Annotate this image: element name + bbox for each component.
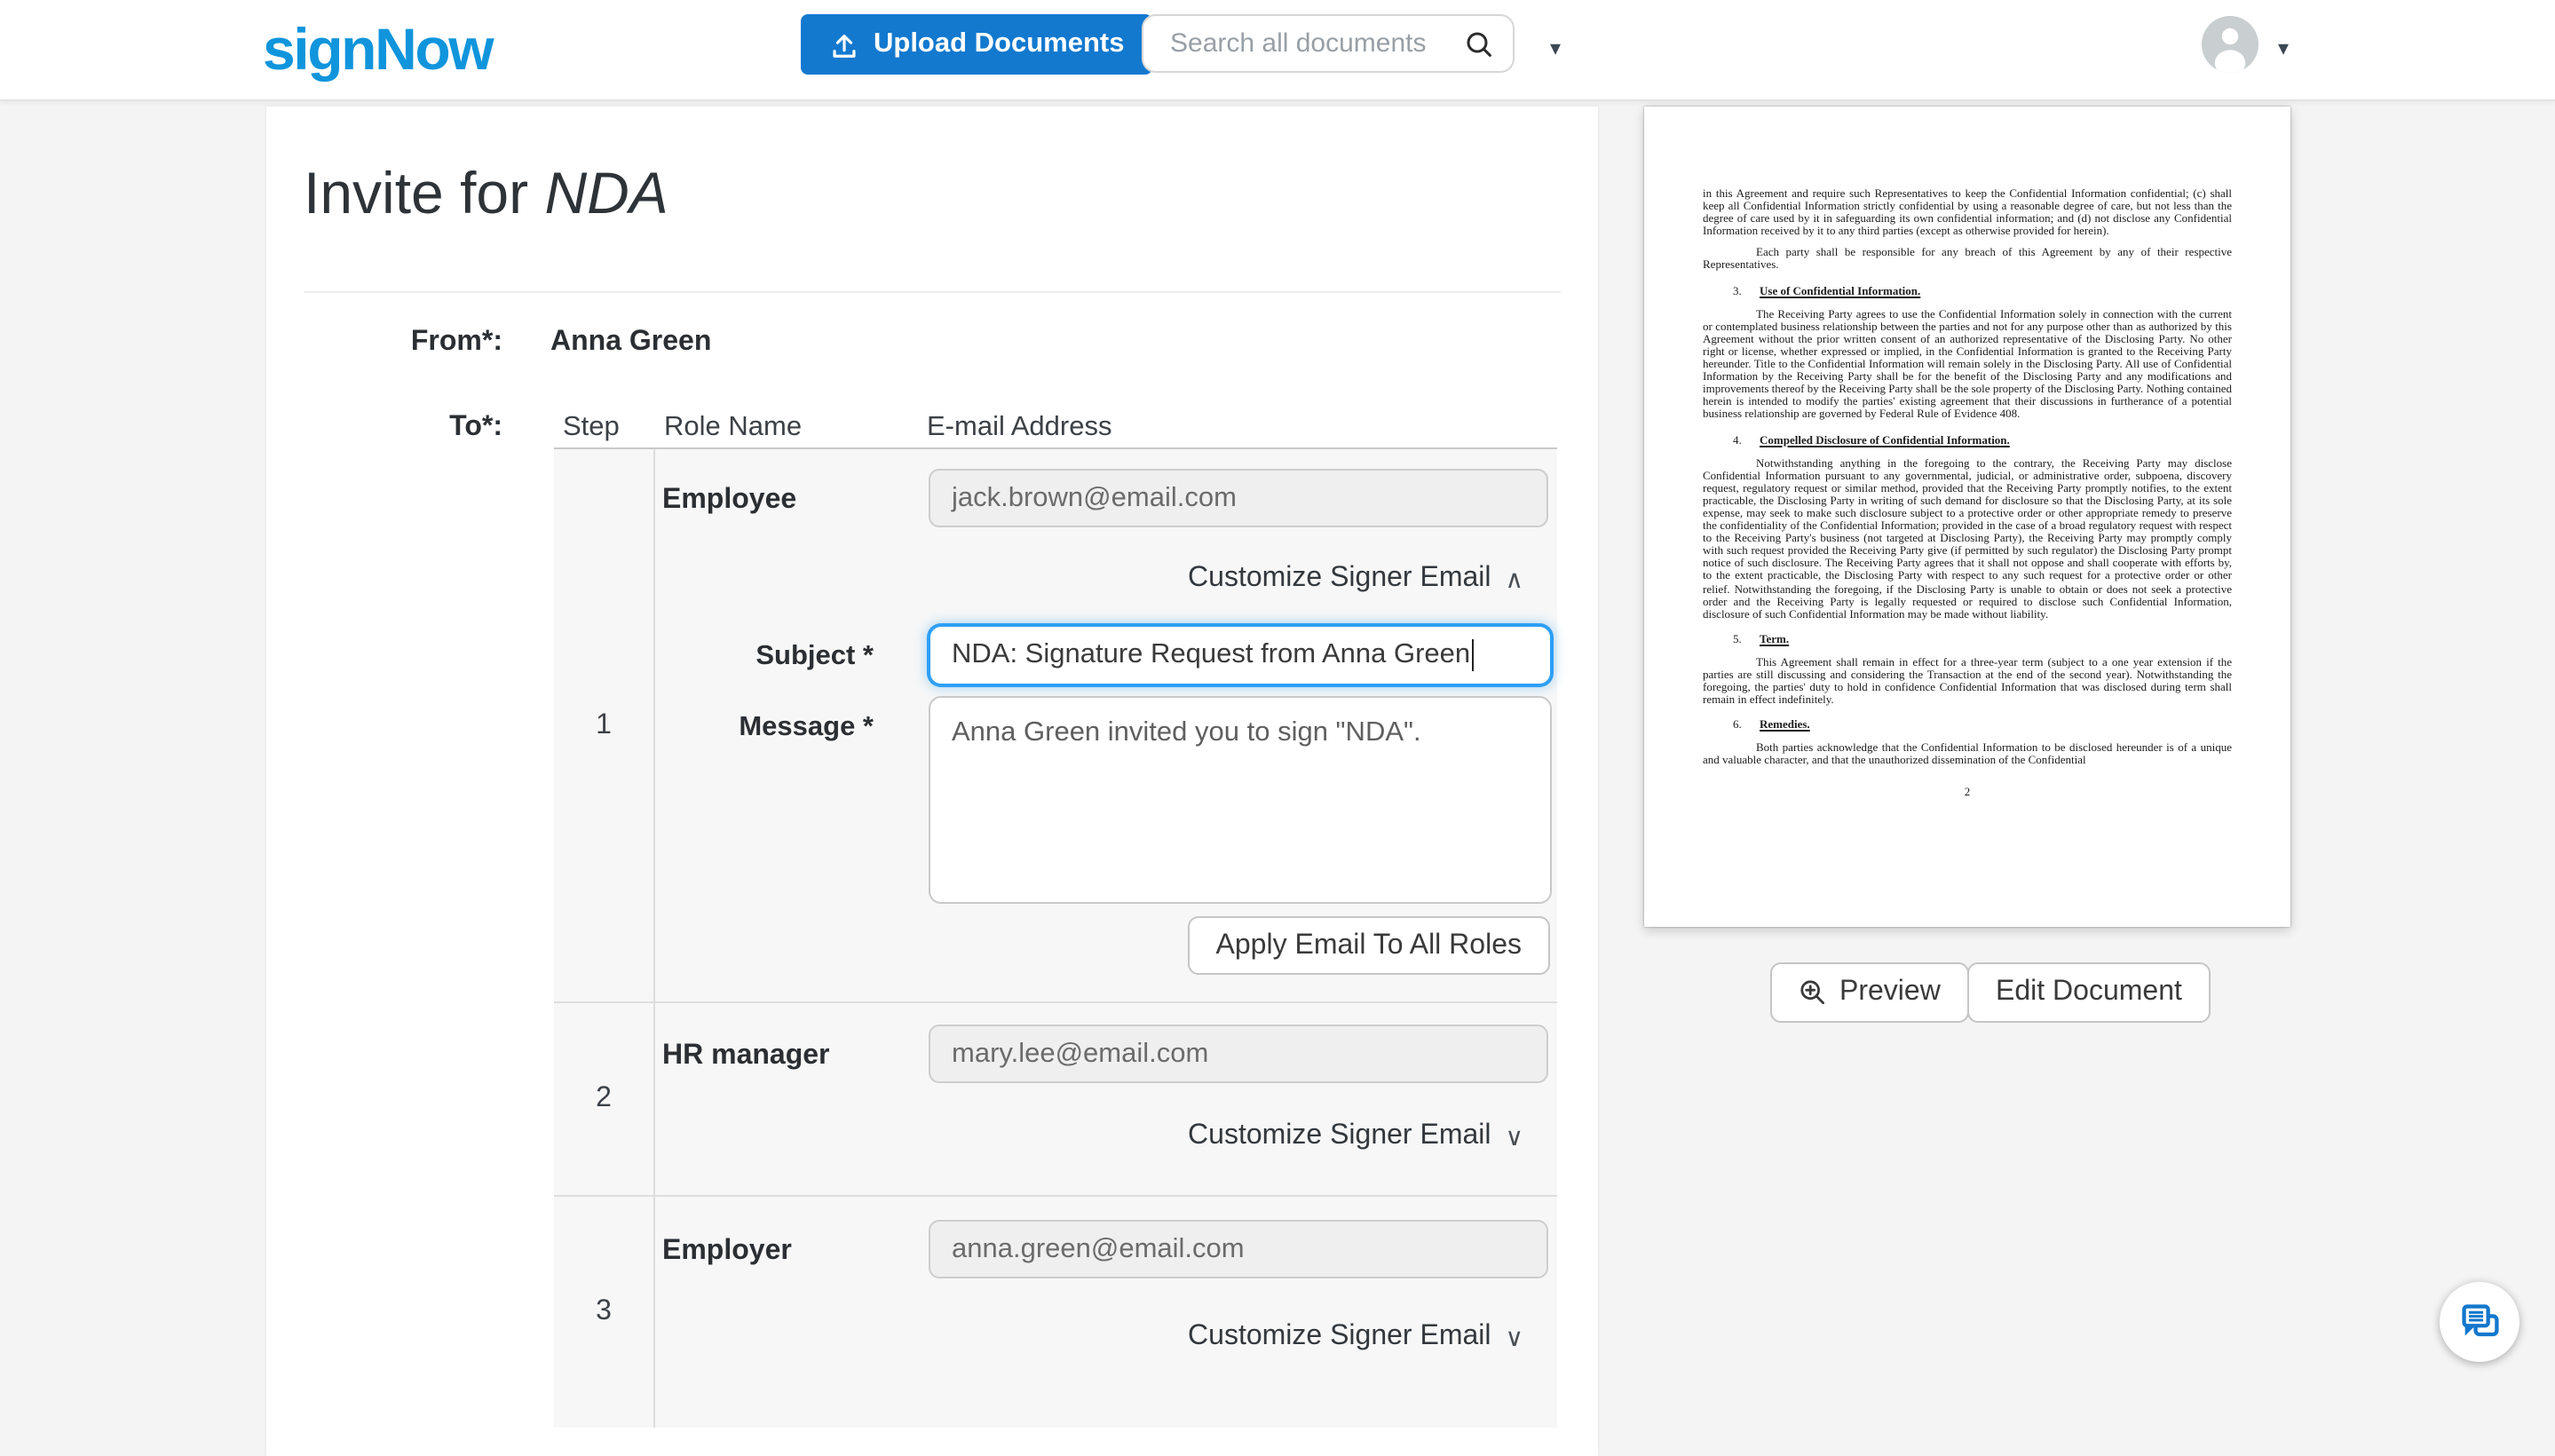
upload-documents-button[interactable]: Upload Documents xyxy=(801,14,1153,75)
account-menu-dropdown[interactable]: ▾ xyxy=(2267,27,2299,69)
chevron-up-icon: ∧ xyxy=(1505,564,1524,592)
upload-icon xyxy=(829,29,859,59)
step-number: 2 xyxy=(554,1003,655,1195)
to-label: To*: xyxy=(449,412,502,442)
preview-button[interactable]: Preview xyxy=(1770,962,1969,1023)
role-name: Employee xyxy=(662,485,797,515)
document-heading: 3. Use of Confidential Information. xyxy=(1733,285,1921,298)
from-value: Anna Green xyxy=(550,327,712,357)
document-paragraph: Each party shall be responsible for any … xyxy=(1703,247,2232,273)
signer-email-input[interactable]: mary.lee@email.com xyxy=(929,1025,1548,1083)
document-paragraph: in this Agreement and require such Repre… xyxy=(1703,188,2232,239)
user-silhouette-icon xyxy=(2202,16,2258,73)
document-paragraph: The Receiving Party agrees to use the Co… xyxy=(1703,308,2232,422)
document-thumbnail[interactable]: in this Agreement and require such Repre… xyxy=(1644,107,2290,927)
document-name: NDA xyxy=(544,160,668,226)
customize-signer-email-label: Customize Signer Email xyxy=(1188,563,1491,593)
from-label: From*: xyxy=(410,327,502,357)
role-name: Employer xyxy=(662,1236,792,1266)
column-header-email: E-mail Address xyxy=(927,412,1112,442)
signer-row-hr-manager: 2 HR manager mary.lee@email.com Customiz… xyxy=(554,1003,1557,1197)
customize-signer-email-label: Customize Signer Email xyxy=(1188,1321,1491,1351)
search-input[interactable] xyxy=(1167,27,1463,60)
invite-card: Invite for NDA From*: Anna Green To*: St… xyxy=(266,107,1598,1456)
document-heading: 6. Remedies. xyxy=(1733,719,1810,732)
apply-email-to-all-roles-button[interactable]: Apply Email To All Roles xyxy=(1187,916,1550,975)
document-heading: 5. Term. xyxy=(1733,633,1790,646)
top-bar: signNow Upload Documents ▾ xyxy=(0,0,2555,101)
document-heading: 4. Compelled Disclosure of Confidential I… xyxy=(1733,434,2010,447)
signer-row-employer: 3 Employer anna.green@email.com Customiz… xyxy=(554,1197,1557,1428)
chevron-down-icon: ∨ xyxy=(1505,1121,1524,1150)
search-options-dropdown[interactable]: ▾ xyxy=(1534,27,1577,69)
edit-document-button[interactable]: Edit Document xyxy=(1967,962,2211,1023)
chevron-down-icon: ∨ xyxy=(1505,1322,1524,1350)
message-textarea[interactable]: Anna Green invited you to sign "NDA". xyxy=(929,696,1552,904)
app-root: signNow Upload Documents ▾ xyxy=(0,0,2555,1456)
zoom-in-icon xyxy=(1799,978,1827,1007)
document-page-content: in this Agreement and require such Repre… xyxy=(1703,188,2232,810)
text-cursor xyxy=(1472,639,1475,671)
subject-input[interactable]: NDA: Signature Request from Anna Green xyxy=(929,625,1552,685)
role-name: HR manager xyxy=(662,1041,830,1071)
customize-signer-email-toggle[interactable]: Customize Signer Email ∧ xyxy=(1188,563,1523,595)
column-header-role: Role Name xyxy=(664,412,803,442)
column-header-step: Step xyxy=(563,412,620,442)
customize-signer-email-label: Customize Signer Email xyxy=(1188,1120,1491,1151)
signer-email-input[interactable]: anna.green@email.com xyxy=(929,1220,1548,1278)
search-box xyxy=(1142,14,1515,73)
document-paragraph: Notwithstanding anything in the foregoin… xyxy=(1703,457,2232,621)
page-title: Invite for NDA xyxy=(304,160,668,226)
signer-roles-table: 1 Employee jack.brown@email.com Customiz… xyxy=(554,447,1557,1428)
user-avatar[interactable] xyxy=(2202,16,2258,73)
chat-bubbles-icon xyxy=(2456,1299,2503,1345)
page-number: 2 xyxy=(1964,786,1971,799)
preview-label: Preview xyxy=(1839,977,1941,1007)
document-paragraph: This Agreement shall remain in effect fo… xyxy=(1703,656,2232,708)
customize-signer-email-toggle[interactable]: Customize Signer Email ∨ xyxy=(1188,1120,1523,1152)
message-label: Message * xyxy=(739,712,874,742)
signnow-logo[interactable]: signNow xyxy=(263,17,494,82)
divider xyxy=(304,291,1561,293)
search-icon[interactable] xyxy=(1463,28,1495,59)
document-paragraph: Both parties acknowledge that the Confid… xyxy=(1703,742,2232,768)
edit-document-label: Edit Document xyxy=(1996,977,2182,1007)
signer-email-input[interactable]: jack.brown@email.com xyxy=(929,469,1548,527)
signer-row-employee: 1 Employee jack.brown@email.com Customiz… xyxy=(554,449,1557,1003)
chat-support-button[interactable] xyxy=(2440,1282,2519,1362)
customize-signer-email-toggle[interactable]: Customize Signer Email ∨ xyxy=(1188,1321,1523,1353)
caret-down-icon: ▾ xyxy=(1549,36,1562,60)
step-number: 1 xyxy=(554,449,655,1001)
subject-label: Subject * xyxy=(755,641,874,671)
upload-documents-label: Upload Documents xyxy=(874,28,1125,59)
caret-down-icon: ▾ xyxy=(2277,36,2290,60)
step-number: 3 xyxy=(554,1197,655,1428)
